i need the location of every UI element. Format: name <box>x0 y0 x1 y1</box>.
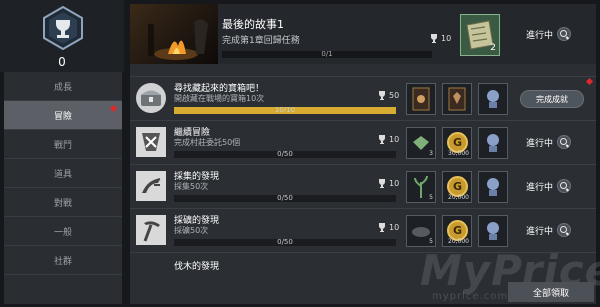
trophy-icon <box>379 135 385 144</box>
sidebar-item-label: 冒險 <box>53 111 72 122</box>
reward-slot[interactable] <box>478 127 508 159</box>
progress-text: 0/50 <box>277 150 293 158</box>
magnifier-icon[interactable] <box>557 27 572 41</box>
pickaxe-icon <box>136 215 166 245</box>
sidebar-item-label: 社群 <box>53 256 72 267</box>
trophy-points: 50 <box>378 91 399 100</box>
trophy-icon <box>379 91 385 100</box>
figure-icon <box>487 222 499 240</box>
reward-count: 3 <box>429 150 433 157</box>
status-label: 進行中 <box>526 138 554 149</box>
achievement-desc: 完成村莊委託50個 <box>174 138 241 147</box>
trophy-value: 10 <box>389 135 400 144</box>
trophy-points: 10 <box>378 179 399 188</box>
progress-text: 0/50 <box>277 238 293 246</box>
achievement-row[interactable]: 尋找藏起來的寶箱吧！ 開啟藏在戰場的寶箱10次 10/10 50 完成成就 <box>130 76 596 120</box>
reward-slot[interactable] <box>442 83 472 115</box>
sidebar-item-growth[interactable]: 成長 <box>4 72 122 101</box>
treasure-chest-icon <box>136 83 166 113</box>
reward-slot[interactable] <box>478 83 508 115</box>
card-icon <box>412 87 430 111</box>
hero-trophy-points: 10 <box>430 34 451 43</box>
sidebar-item-label: 對戰 <box>53 198 72 209</box>
trophy-icon <box>379 223 385 232</box>
trophy-value: 10 <box>389 223 400 232</box>
figure-icon <box>487 178 499 196</box>
complete-achievement-button[interactable]: 完成成就 <box>520 90 584 108</box>
row-status[interactable]: 進行中 <box>526 223 572 237</box>
hero-title: 最後的故事1 <box>222 18 284 31</box>
achievement-title: 伐木的發現 <box>174 262 220 272</box>
achievement-count: 0 <box>58 55 66 69</box>
sidebar-item-items[interactable]: 道具 <box>4 159 122 188</box>
reward-slot[interactable]: 2 <box>460 14 500 56</box>
reward-slot[interactable]: 5 <box>406 171 436 203</box>
reward-slot[interactable]: 5 <box>406 215 436 247</box>
trophy-points: 10 <box>378 223 399 232</box>
reward-slot[interactable] <box>478 215 508 247</box>
reward-slot[interactable] <box>406 83 436 115</box>
row-status[interactable]: 進行中 <box>526 179 572 193</box>
reward-count: 20,000 <box>448 194 469 201</box>
trophy-value: 50 <box>389 91 400 100</box>
reward-slot[interactable]: 3 <box>406 127 436 159</box>
magnifier-icon[interactable] <box>557 179 572 193</box>
reward-count: 20,000 <box>448 238 469 245</box>
reward-slot[interactable]: G 20,000 <box>442 171 472 203</box>
reward-slot[interactable]: G 30,000 <box>442 127 472 159</box>
sidebar-item-label: 道具 <box>53 169 72 180</box>
achievement-row[interactable]: 採集的發現 採集50次 0/50 10 5 G 20,000 進行中 <box>130 164 596 208</box>
achievement-emblem: 0 <box>0 0 124 72</box>
card-icon <box>448 87 466 111</box>
flag-emblem-icon <box>136 127 166 157</box>
trophy-value: 10 <box>441 34 452 43</box>
campfire-image <box>130 4 218 64</box>
magnifier-icon[interactable] <box>557 135 572 149</box>
reward-slot[interactable] <box>478 171 508 203</box>
status-label: 進行中 <box>526 30 554 41</box>
sidebar-item-pvp[interactable]: 對戰 <box>4 188 122 217</box>
reward-count: 30,000 <box>448 150 469 157</box>
achievement-desc: 採礦50次 <box>174 226 209 235</box>
hero-status[interactable]: 進行中 <box>526 27 572 41</box>
hero-progress-text: 0/1 <box>321 50 333 58</box>
sidebar-item-social[interactable]: 社群 <box>4 246 122 275</box>
progress-text: 0/50 <box>277 194 293 202</box>
sidebar-item-general[interactable]: 一般 <box>4 217 122 246</box>
sidebar-item-adventure[interactable]: 冒險 <box>4 101 122 130</box>
reward-count: 5 <box>429 194 433 201</box>
figure-icon <box>487 134 499 152</box>
trophy-icon <box>379 179 385 188</box>
new-badge-icon <box>109 104 118 113</box>
sidebar-item-battle[interactable]: 戰鬥 <box>4 130 122 159</box>
status-label: 進行中 <box>526 182 554 193</box>
progress-text: 10/10 <box>274 106 296 114</box>
category-sidebar: 成長 冒險 戰鬥 道具 對戰 一般 社群 <box>4 72 122 304</box>
reward-count: 2 <box>490 43 496 53</box>
hero-subtitle: 完成第1章回歸任務 <box>222 36 300 46</box>
sidebar-item-label: 戰鬥 <box>53 140 72 151</box>
trophy-points: 10 <box>378 135 399 144</box>
status-label: 進行中 <box>526 226 554 237</box>
reward-slot[interactable]: G 20,000 <box>442 215 472 247</box>
achievement-desc: 開啟藏在戰場的寶箱10次 <box>174 94 265 103</box>
sidebar-item-label: 一般 <box>53 227 72 238</box>
featured-achievement[interactable]: 最後的故事1 完成第1章回歸任務 0/1 10 2 進行中 <box>130 4 596 64</box>
row-status[interactable]: 進行中 <box>526 135 572 149</box>
gathering-hand-icon <box>136 171 166 201</box>
figure-icon <box>487 90 499 108</box>
new-badge-icon <box>585 77 594 86</box>
trophy-value: 10 <box>389 179 400 188</box>
achievement-desc: 採集50次 <box>174 182 209 191</box>
magnifier-icon[interactable] <box>557 223 572 237</box>
achievement-row[interactable]: 繼續冒險 完成村莊委託50個 0/50 10 3 G 30,000 進行中 <box>130 120 596 164</box>
trophy-icon <box>431 34 437 43</box>
claim-all-button[interactable]: 全部領取 <box>508 282 594 302</box>
sidebar-item-label: 成長 <box>53 82 72 93</box>
reward-count: 5 <box>429 238 433 245</box>
trophy-emblem-icon <box>43 6 83 50</box>
